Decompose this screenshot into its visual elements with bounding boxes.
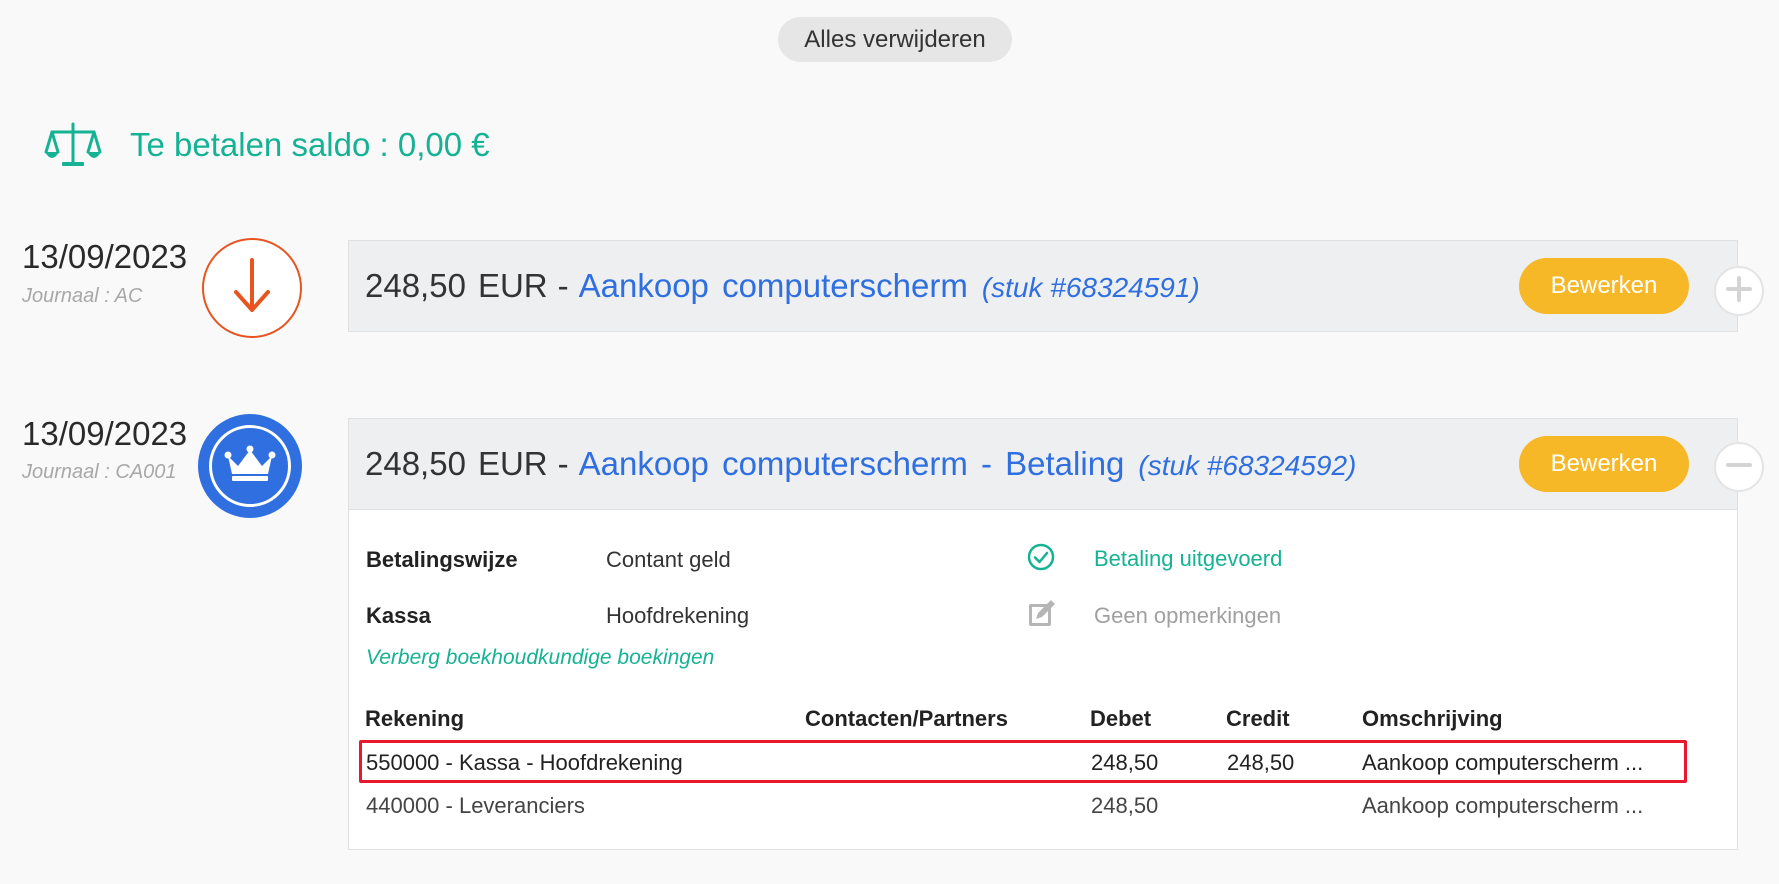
entry-journal: Journaal : CA001 (22, 461, 177, 483)
table-cell-description: Aankoop computerscherm ... (1362, 793, 1644, 818)
table-cell-credit: 248,50 (1227, 750, 1295, 775)
edit-button[interactable]: Bewerken (1519, 436, 1689, 492)
table-header-contacts: Contacten/Partners (805, 706, 1008, 731)
entry-journal: Journaal : AC (22, 285, 143, 307)
notes-status-text: Geen opmerkingen (1094, 603, 1282, 628)
entry-piece-number[interactable]: (stuk #68324592) (1138, 450, 1356, 482)
check-circle-icon (1027, 543, 1055, 576)
entry-separator: - (557, 267, 569, 304)
table-cell-account: 550000 - Kassa - Hoofdrekening (366, 750, 683, 775)
arrow-down-icon (232, 256, 272, 321)
table-header-account: Rekening (365, 706, 465, 731)
entry-amount: 248,50 (365, 445, 466, 482)
entry-piece-number[interactable]: (stuk #68324591) (982, 272, 1200, 304)
entry-title: 248,50 EUR - Aankoop computerscherm - Be… (365, 445, 1356, 483)
table-cell-debit: 248,50 (1091, 750, 1159, 775)
entry-description-link[interactable]: Aankoop computerscherm (579, 267, 968, 305)
entry-row[interactable]: 248,50 EUR - Aankoop computerscherm (stu… (348, 240, 1738, 332)
expand-button[interactable] (1714, 266, 1764, 316)
minus-icon (1725, 451, 1753, 484)
table-header-credit: Credit (1226, 706, 1290, 731)
entry-row[interactable]: 248,50 EUR - Aankoop computerscherm - Be… (348, 418, 1738, 510)
plus-icon (1725, 275, 1753, 308)
register-value: Hoofdrekening (606, 603, 750, 628)
register-label: Kassa (366, 603, 431, 628)
outgoing-entry-badge (202, 238, 302, 338)
entry-description-link[interactable]: Aankoop computerscherm - Betaling (579, 445, 1125, 483)
register-entry-badge (198, 414, 302, 518)
crown-icon (224, 444, 276, 489)
entry-currency: EUR (477, 445, 548, 482)
edit-button[interactable]: Bewerken (1519, 258, 1689, 314)
payment-method-label: Betalingswijze (366, 547, 518, 572)
balance-scale-icon (44, 122, 102, 170)
table-cell-account: 440000 - Leveranciers (366, 793, 585, 818)
table-header-debit: Debet (1090, 706, 1152, 731)
table-cell-debit: 248,50 (1091, 793, 1159, 818)
payment-status-text: Betaling uitgevoerd (1094, 546, 1283, 571)
entry-currency: EUR (477, 267, 548, 304)
hide-bookings-link[interactable]: Verberg boekhoudkundige boekingen (366, 646, 714, 670)
entry-separator: - (557, 445, 569, 482)
table-header-description: Omschrijving (1362, 706, 1503, 731)
entry-date: 13/09/2023 (22, 415, 188, 452)
entry-date: 13/09/2023 (22, 238, 188, 275)
entry-title: 248,50 EUR - Aankoop computerscherm (stu… (365, 267, 1200, 305)
table-cell-description: Aankoop computerscherm ... (1362, 750, 1644, 775)
entry-details-panel: Betalingswijze Contant geld Kassa Hoofdr… (348, 510, 1738, 850)
clear-all-button[interactable]: Alles verwijderen (778, 17, 1012, 62)
edit-note-icon[interactable] (1027, 598, 1057, 633)
payment-method-value: Contant geld (606, 547, 731, 572)
entry-amount: 248,50 (365, 267, 466, 304)
collapse-button[interactable] (1714, 442, 1764, 492)
balance-due-text: Te betalen saldo : 0,00 € (130, 126, 490, 163)
